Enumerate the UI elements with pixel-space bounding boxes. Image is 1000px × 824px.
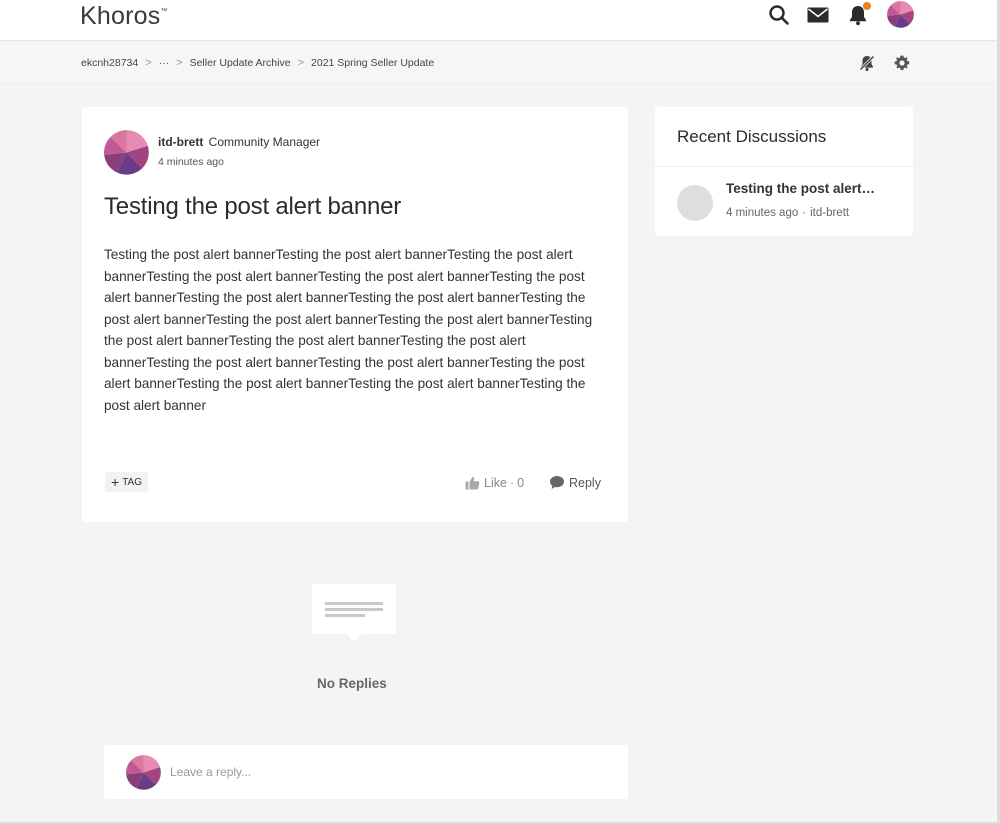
mail-icon[interactable] [806, 3, 830, 27]
discussion-meta: 4 minutes ago · itd-brett [726, 207, 849, 219]
discussion-time: 4 minutes ago [726, 207, 799, 219]
like-separator: · [509, 476, 515, 490]
reply-composer [104, 745, 628, 799]
discussion-author[interactable]: itd-brett [810, 207, 849, 219]
author-rank: Community Manager [208, 135, 321, 149]
discussion-item[interactable]: Testing the post alert… 4 minutes ago · it… [655, 167, 913, 236]
recent-discussions-title: Recent Discussions [677, 127, 827, 146]
tag-label: TAG [122, 476, 143, 488]
breadcrumb-more[interactable]: ··· [159, 57, 170, 69]
speech-bubble-icon [550, 476, 564, 489]
breadcrumb-separator: > [145, 57, 152, 69]
post-body: Testing the post alert bannerTesting the… [104, 247, 593, 413]
reply-label: Reply [569, 475, 601, 490]
empty-replies-icon [310, 582, 398, 652]
plus-icon: + [111, 474, 120, 490]
khoros-logo[interactable]: Khoros™ [80, 2, 168, 31]
like-label: Like [484, 476, 507, 490]
user-avatar[interactable] [887, 1, 914, 28]
notify-icon[interactable] [857, 53, 877, 73]
post-card: itd-brett Community Manager 4 minutes ag… [82, 107, 628, 522]
notification-dot [863, 2, 871, 10]
reply-input[interactable] [170, 760, 600, 784]
like-button[interactable]: Like · 0 [465, 476, 524, 490]
thumbs-up-icon [465, 476, 480, 490]
logo-text: Khoros [80, 2, 161, 30]
bell-icon[interactable] [846, 2, 871, 27]
breadcrumb-item-board[interactable]: 2021 Spring Seller Update [311, 57, 434, 69]
like-count: 0 [517, 476, 525, 490]
author-line: itd-brett Community Manager [158, 135, 320, 149]
meta-dot: · [802, 207, 807, 219]
breadcrumb-item-archive[interactable]: Seller Update Archive [190, 57, 291, 69]
add-tag-button[interactable]: + TAG [105, 472, 149, 492]
settings-icon[interactable] [892, 53, 912, 73]
post-title: Testing the post alert banner [104, 193, 402, 220]
author-name[interactable]: itd-brett [158, 135, 203, 149]
breadcrumb-separator: > [297, 57, 305, 69]
breadcrumb-bar: ekcnh28734 > ··· > Seller Update Archive… [0, 42, 997, 84]
recent-discussions-card: Recent Discussions Testing the post aler… [655, 107, 913, 236]
top-header: Khoros™ [0, 0, 997, 41]
no-replies-label: No Replies [317, 676, 387, 691]
post-timestamp: 4 minutes ago [158, 156, 224, 168]
breadcrumb: ekcnh28734 > ··· > Seller Update Archive… [81, 57, 434, 69]
logo-trademark: ™ [160, 8, 168, 15]
discussion-title[interactable]: Testing the post alert… [726, 181, 875, 196]
reply-button[interactable]: Reply [549, 475, 601, 490]
breadcrumb-separator: > [176, 57, 183, 69]
search-icon[interactable] [767, 3, 791, 27]
composer-avatar [126, 755, 161, 790]
discussion-avatar [677, 185, 713, 221]
breadcrumb-item-community[interactable]: ekcnh28734 [81, 57, 138, 69]
author-avatar[interactable] [104, 130, 149, 175]
